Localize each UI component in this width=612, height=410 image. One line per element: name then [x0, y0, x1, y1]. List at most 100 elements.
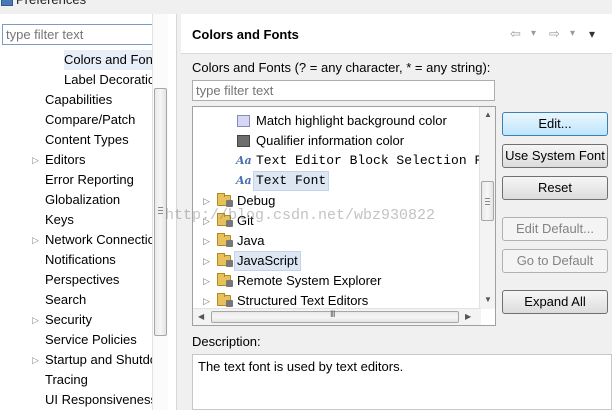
font-icon: Aa: [236, 174, 252, 187]
expand-arrow-icon[interactable]: [32, 270, 40, 290]
expand-arrow-icon[interactable]: ▷: [203, 211, 210, 231]
reset-button[interactable]: Reset: [502, 176, 608, 200]
scroll-grip: III: [330, 309, 335, 319]
font-icon: Aa: [236, 154, 252, 167]
tree-item[interactable]: ▷ Startup and Shutdown: [0, 350, 152, 370]
expand-arrow-icon[interactable]: [32, 390, 40, 410]
expand-arrow-icon[interactable]: [32, 130, 40, 150]
tree-item[interactable]: ▷ Network Connections: [0, 230, 152, 250]
scroll-right-arrow-icon[interactable]: ▶: [465, 312, 471, 321]
expand-arrow-icon[interactable]: ▷: [32, 150, 40, 170]
tree-item-label: Tracing: [45, 372, 88, 387]
tree-row-label: Qualifier information color: [256, 133, 405, 148]
description-label: Description:: [192, 334, 261, 349]
expand-arrow-icon[interactable]: [32, 210, 40, 230]
preferences-navigation-pane: Colors and Fonts Label Decorations Capabil…: [0, 14, 176, 410]
expand-arrow-icon[interactable]: ▷: [32, 230, 40, 250]
expand-arrow-icon[interactable]: [52, 70, 60, 90]
tree-item[interactable]: Notifications: [0, 250, 152, 270]
color-swatch-light: [237, 115, 250, 127]
tree-item[interactable]: Colors and Fonts: [0, 50, 152, 70]
tree-item[interactable]: Search: [0, 290, 152, 310]
tree-item-label: Label Decorations: [64, 72, 152, 87]
tree-item-label: Content Types: [45, 132, 129, 147]
tree-item-label: Security: [45, 312, 92, 327]
pane-divider[interactable]: [176, 14, 180, 410]
lock-icon: [226, 220, 233, 227]
expand-arrow-icon[interactable]: [32, 370, 40, 390]
expand-arrow-icon[interactable]: ▷: [32, 310, 40, 330]
expand-arrow-icon[interactable]: ▷: [203, 251, 210, 271]
expand-arrow-icon[interactable]: [32, 110, 40, 130]
expand-arrow-icon[interactable]: [32, 190, 40, 210]
expand-arrow-icon[interactable]: ▷: [203, 231, 210, 251]
expand-arrow-icon[interactable]: [32, 290, 40, 310]
back-arrow-icon[interactable]: ⇦: [510, 26, 521, 42]
scroll-left-arrow-icon[interactable]: ◀: [198, 312, 204, 321]
colors-fonts-filter-input[interactable]: [192, 80, 495, 101]
navigation-filter-input[interactable]: [2, 24, 168, 45]
navigation-scroll-thumb[interactable]: [154, 88, 167, 336]
expand-arrow-icon[interactable]: ▷: [32, 350, 40, 370]
go-to-default-button[interactable]: Go to Default: [502, 249, 608, 273]
color-swatch-dark: [237, 135, 250, 147]
tree-horizontal-scrollbar[interactable]: ◀ III ▶: [193, 308, 481, 325]
description-text: The text font is used by text editors.: [192, 354, 612, 410]
colors-and-fonts-label: Colors and Fonts (? = any character, * =…: [192, 60, 491, 75]
view-menu-chevron-down-icon[interactable]: ▾: [589, 26, 595, 42]
lock-icon: [226, 200, 233, 207]
lock-icon: [226, 300, 233, 307]
expand-arrow-icon[interactable]: [32, 170, 40, 190]
tree-item[interactable]: ▷ Editors: [0, 150, 152, 170]
expand-all-button[interactable]: Expand All: [502, 290, 608, 314]
tree-item-label: Compare/Patch: [45, 112, 136, 127]
tree-item[interactable]: UI Responsiveness: [0, 390, 152, 410]
page-title: Colors and Fonts: [192, 27, 299, 42]
expand-arrow-icon[interactable]: [32, 330, 40, 350]
expand-arrow-icon[interactable]: [32, 90, 40, 110]
tree-row-label: Git: [237, 213, 254, 228]
tree-item[interactable]: Error Reporting: [0, 170, 152, 190]
expand-arrow-icon[interactable]: [32, 250, 40, 270]
tree-item-label: UI Responsiveness: [45, 392, 152, 407]
tree-item[interactable]: Tracing: [0, 370, 152, 390]
tree-row-label: Java: [237, 233, 265, 248]
tree-item[interactable]: ▷ Security: [0, 310, 152, 330]
navigation-vertical-scrollbar[interactable]: [152, 14, 168, 410]
tree-item-label: Keys: [45, 212, 74, 227]
tree-item[interactable]: Compare/Patch: [0, 110, 152, 130]
tree-row-label: Match highlight background color: [256, 113, 447, 128]
tree-item[interactable]: Service Policies: [0, 330, 152, 350]
preference-page: Colors and Fonts ⇦ ▾ ⇨ ▾ ▾ Colors and Fo…: [181, 14, 612, 410]
edit-button[interactable]: Edit...: [502, 112, 608, 136]
tree-row-label: Remote System Explorer: [237, 273, 382, 288]
window-titlebar: Preferences: [0, 0, 612, 8]
expand-arrow-icon[interactable]: [52, 50, 60, 70]
back-menu-chevron-down-icon[interactable]: ▾: [531, 26, 536, 42]
tree-horizontal-scroll-thumb[interactable]: III: [211, 309, 459, 323]
tree-item-label: Capabilities: [45, 92, 113, 107]
tree-item-label: Globalization: [45, 192, 121, 207]
tree-item[interactable]: Globalization: [0, 190, 152, 210]
preferences-app-icon: [1, 0, 13, 6]
forward-menu-chevron-down-icon[interactable]: ▾: [570, 26, 575, 42]
tree-item[interactable]: Keys: [0, 210, 152, 230]
tree-item[interactable]: Content Types: [0, 130, 152, 150]
scroll-down-arrow-icon[interactable]: ▼: [484, 295, 492, 304]
tree-item-label: Notifications: [45, 252, 116, 267]
preferences-tree: Colors and Fonts Label Decorations Capabil…: [0, 50, 152, 410]
expand-arrow-icon[interactable]: ▷: [203, 271, 210, 291]
edit-default-button[interactable]: Edit Default...: [502, 217, 608, 241]
tree-item-label: Startup and Shutdown: [45, 352, 152, 367]
forward-arrow-icon[interactable]: ⇨: [549, 26, 560, 42]
tree-vertical-scrollbar[interactable]: ▲ ▼: [479, 107, 495, 309]
tree-row-label: Debug: [237, 193, 276, 208]
tree-item[interactable]: Perspectives: [0, 270, 152, 290]
expand-arrow-icon[interactable]: ▷: [203, 191, 210, 211]
scroll-up-arrow-icon[interactable]: ▲: [484, 110, 492, 119]
tree-item[interactable]: Capabilities: [0, 90, 152, 110]
use-system-font-button[interactable]: Use System Font: [502, 144, 608, 168]
tree-item[interactable]: Label Decorations: [0, 70, 152, 90]
window-title: Preferences: [16, 0, 86, 8]
tree-scroll-thumb[interactable]: [481, 181, 494, 221]
